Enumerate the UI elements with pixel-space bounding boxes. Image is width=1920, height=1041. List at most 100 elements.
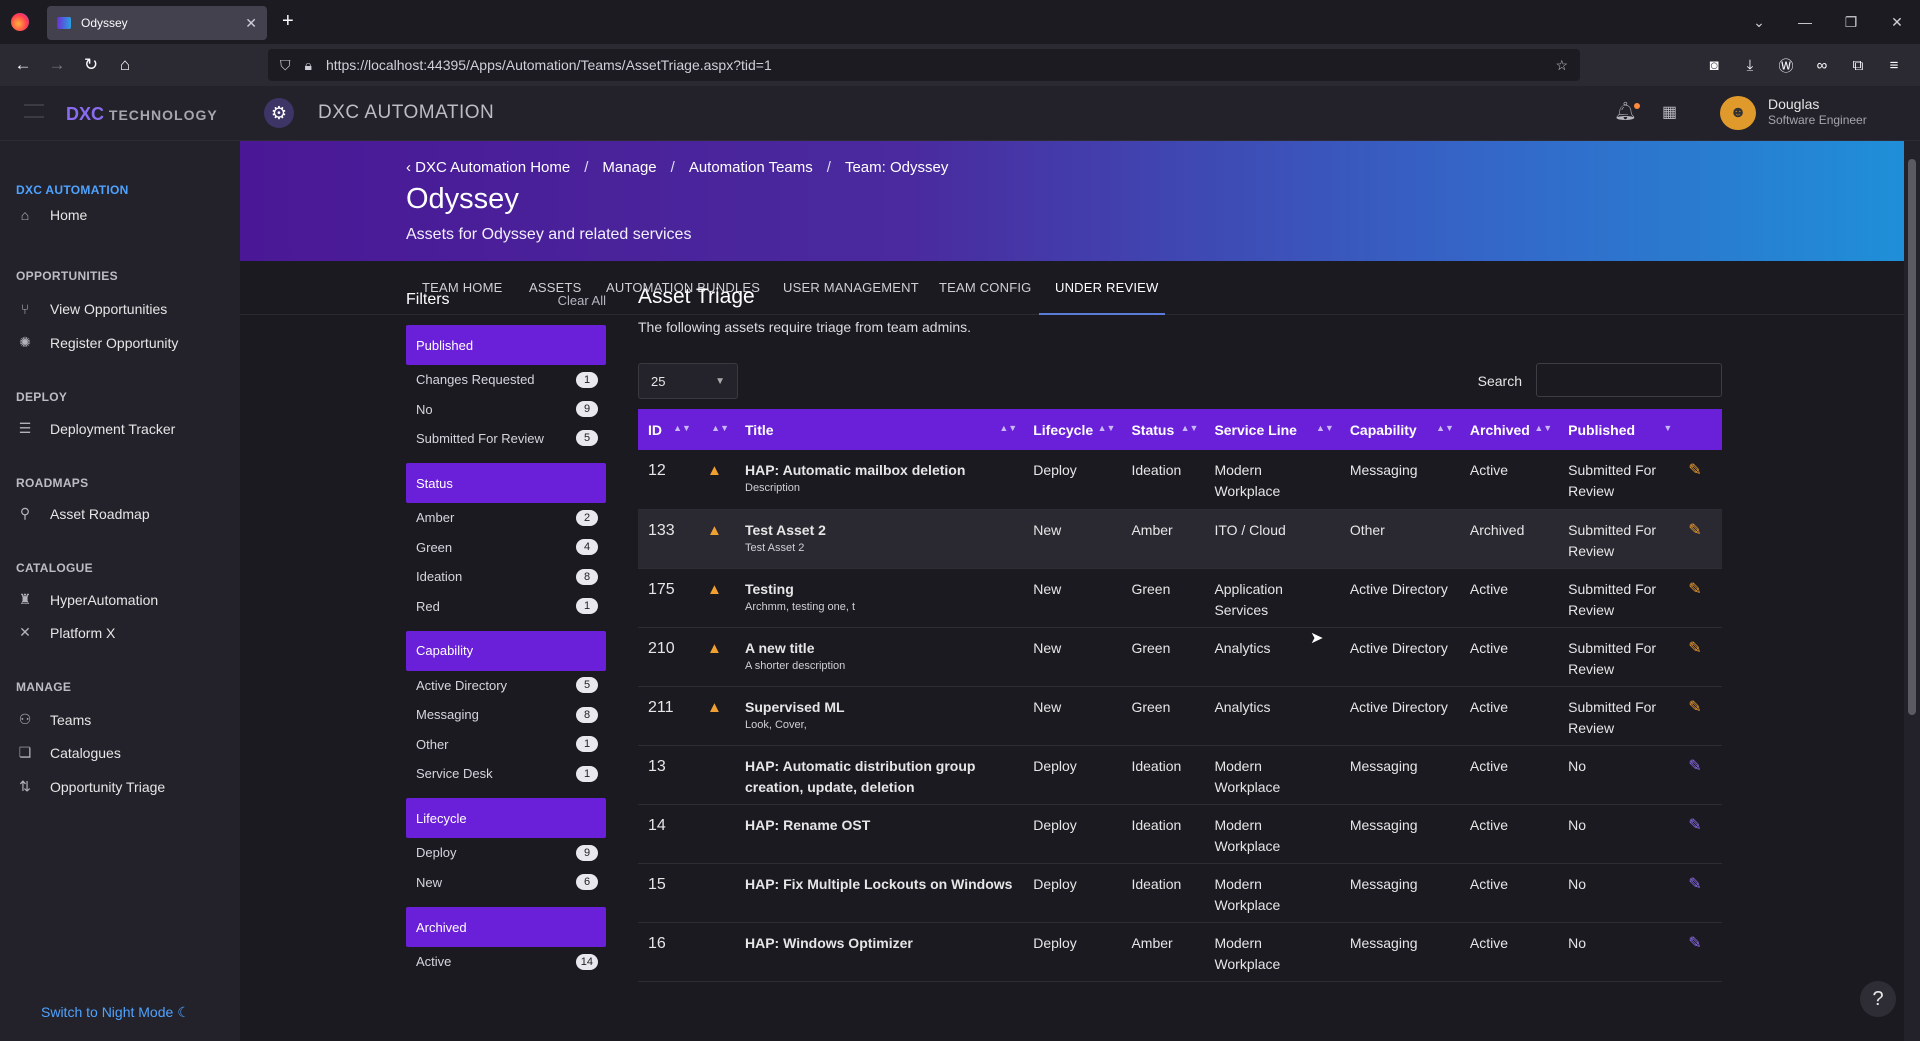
col-archived[interactable]: Archived ▲▼ — [1460, 409, 1558, 450]
col-published[interactable]: Published ▼ — [1558, 409, 1678, 450]
filter-group-header[interactable]: Status — [406, 463, 606, 504]
tab-close-icon[interactable]: ✕ — [245, 15, 257, 32]
bookmark-star-icon[interactable]: ☆ — [1555, 57, 1568, 74]
user-name[interactable]: Douglas — [1768, 96, 1819, 112]
shield-icon[interactable]: ⛉ — [280, 57, 291, 74]
help-button[interactable]: ? — [1860, 981, 1896, 1017]
breadcrumb-home[interactable]: ‹ DXC Automation Home — [406, 159, 570, 176]
filter-option[interactable]: Amber 2 — [406, 503, 606, 532]
night-mode-toggle[interactable]: Switch to Night Mode ☾ — [41, 1004, 190, 1021]
table-row[interactable]: 16 HAP: Windows Optimizer Deploy Amber Moder… — [638, 922, 1722, 982]
filter-group-header[interactable]: Published — [406, 325, 606, 365]
back-icon[interactable]: ← — [6, 55, 40, 75]
filter-option[interactable]: Ideation 8 — [406, 562, 606, 591]
sidebar-item-register-opportunity[interactable]: ✺ Register Opportunity — [16, 334, 178, 351]
asset-title[interactable]: HAP: Automatic distribution group creati… — [745, 756, 1013, 798]
sidebar-item-view-opportunities[interactable]: ⑂ View Opportunities — [16, 301, 167, 317]
asset-title[interactable]: Testing — [745, 579, 1013, 600]
home-icon[interactable]: ⌂ — [108, 55, 142, 75]
sidebar-item-asset-roadmap[interactable]: ⚲ Asset Roadmap — [16, 505, 150, 522]
restore-button[interactable]: ❐ — [1828, 14, 1874, 31]
extensions-icon[interactable]: ⧉ — [1840, 57, 1876, 74]
extension-glasses-icon[interactable]: ∞ — [1804, 57, 1840, 74]
col-title[interactable]: Title ▲▼ — [735, 409, 1023, 450]
dxc-logo[interactable]: DXC TECHNOLOGY — [66, 104, 218, 125]
sidebar-item-opportunity-triage[interactable]: ⇅ Opportunity Triage — [16, 778, 165, 795]
col-warn[interactable]: ▲▼ — [697, 409, 735, 450]
edit-icon[interactable]: ✎ — [1688, 462, 1701, 479]
edit-icon[interactable]: ✎ — [1688, 758, 1701, 775]
asset-title[interactable]: A new title — [745, 638, 1013, 659]
filter-option[interactable]: Messaging 8 — [406, 700, 606, 729]
col-service-line[interactable]: Service Line ▲▼ — [1204, 409, 1339, 450]
edit-icon[interactable]: ✎ — [1688, 581, 1701, 598]
sidebar-item-teams[interactable]: ⚇ Teams — [16, 711, 92, 728]
asset-title[interactable]: HAP: Automatic mailbox deletion — [745, 460, 1013, 481]
edit-icon[interactable]: ✎ — [1688, 876, 1701, 893]
filter-option[interactable]: Active 14 — [406, 947, 606, 976]
asset-title[interactable]: Supervised ML — [745, 697, 1013, 718]
clear-all-link[interactable]: Clear All — [558, 293, 606, 308]
filter-option[interactable]: No 9 — [406, 394, 606, 423]
filter-option[interactable]: Other 1 — [406, 730, 606, 759]
filter-option[interactable]: Changes Requested 1 — [406, 365, 606, 394]
col-id[interactable]: ID ▲▼ — [638, 409, 697, 450]
filter-option[interactable]: New 6 — [406, 868, 606, 897]
table-row[interactable]: 210 ▲ A new title A shorter description New G… — [638, 627, 1722, 687]
edit-icon[interactable]: ✎ — [1688, 640, 1701, 657]
asset-title[interactable]: HAP: Rename OST — [745, 815, 1013, 836]
avatar[interactable]: ☻ — [1720, 96, 1756, 130]
edit-icon[interactable]: ✎ — [1688, 522, 1701, 539]
filter-group-header[interactable]: Capability — [406, 630, 606, 671]
edit-icon[interactable]: ✎ — [1688, 935, 1701, 952]
apps-grid-icon[interactable]: ▦ — [1662, 102, 1677, 122]
forward-icon[interactable]: → — [40, 55, 74, 75]
table-row[interactable]: 15 HAP: Fix Multiple Lockouts on Windows D… — [638, 863, 1722, 923]
pocket-icon[interactable]: ◙ — [1696, 57, 1732, 74]
tab-list-icon[interactable]: ⌄ — [1736, 14, 1782, 31]
filter-group-header[interactable]: Archived — [406, 907, 606, 948]
sidebar-item-platform-x[interactable]: ✕ Platform X — [16, 624, 115, 641]
browser-tab[interactable]: Odyssey ✕ — [47, 6, 267, 40]
lock-icon[interactable]: 🔒︎ — [305, 57, 312, 74]
filter-group-header[interactable]: Lifecycle — [406, 798, 606, 839]
hamburger-menu-icon[interactable] — [24, 104, 44, 118]
table-row[interactable]: 133 ▲ Test Asset 2 Test Asset 2 New Amber ITO … — [638, 509, 1722, 569]
filter-option[interactable]: Green 4 — [406, 533, 606, 562]
filter-option[interactable]: Deploy 9 — [406, 838, 606, 867]
account-icon[interactable]: Ⓦ — [1768, 55, 1804, 76]
asset-title[interactable]: Test Asset 2 — [745, 520, 1013, 541]
col-status[interactable]: Status ▲▼ — [1121, 409, 1204, 450]
sidebar-item-deployment-tracker[interactable]: ☰ Deployment Tracker — [16, 420, 176, 437]
table-row[interactable]: 13 HAP: Automatic distribution group crea… — [638, 745, 1722, 805]
breadcrumb-manage[interactable]: Manage — [602, 159, 656, 176]
filter-option[interactable]: Active Directory 5 — [406, 671, 606, 700]
close-window-button[interactable]: ✕ — [1874, 14, 1920, 31]
url-text[interactable]: https://localhost:44395/Apps/Automation/… — [326, 57, 772, 73]
table-row[interactable]: 211 ▲ Supervised ML Look, Cover, New Green Ana… — [638, 686, 1722, 746]
minimize-button[interactable]: — — [1782, 14, 1828, 30]
new-tab-button[interactable]: + — [282, 10, 294, 33]
asset-title[interactable]: HAP: Windows Optimizer — [745, 933, 1013, 954]
edit-icon[interactable]: ✎ — [1688, 817, 1701, 834]
search-input[interactable] — [1536, 363, 1722, 397]
table-row[interactable]: 12 ▲ HAP: Automatic mailbox deletion Descri… — [638, 450, 1722, 510]
filter-option[interactable]: Service Desk 1 — [406, 759, 606, 788]
sidebar-item-home[interactable]: ⌂ Home — [16, 207, 88, 223]
breadcrumb-automation-teams[interactable]: Automation Teams — [689, 159, 813, 176]
notification-bell-icon[interactable]: 🔔︎ — [1614, 101, 1640, 122]
reload-icon[interactable]: ↻ — [74, 55, 108, 75]
downloads-icon[interactable]: ⤓ — [1732, 57, 1768, 74]
sidebar-item-catalogues[interactable]: ❏ Catalogues — [16, 744, 121, 761]
asset-title[interactable]: HAP: Fix Multiple Lockouts on Windows — [745, 874, 1013, 895]
table-row[interactable]: 175 ▲ Testing Archmm, testing one, t New Gree… — [638, 568, 1722, 628]
filter-option[interactable]: Red 1 — [406, 591, 606, 620]
table-row[interactable]: 14 HAP: Rename OST Deploy Ideation Modern Wo… — [638, 804, 1722, 864]
col-capability[interactable]: Capability ▲▼ — [1340, 409, 1460, 450]
url-bar[interactable]: ⛉ 🔒︎ https://localhost:44395/Apps/Automa… — [268, 49, 1580, 81]
page-size-select[interactable]: 25 ▼ — [638, 363, 738, 399]
menu-icon[interactable]: ≡ — [1876, 57, 1912, 74]
col-lifecycle[interactable]: Lifecycle ▲▼ — [1023, 409, 1121, 450]
page-scrollbar[interactable] — [1904, 141, 1920, 1041]
filter-option[interactable]: Submitted For Review 5 — [406, 424, 606, 453]
